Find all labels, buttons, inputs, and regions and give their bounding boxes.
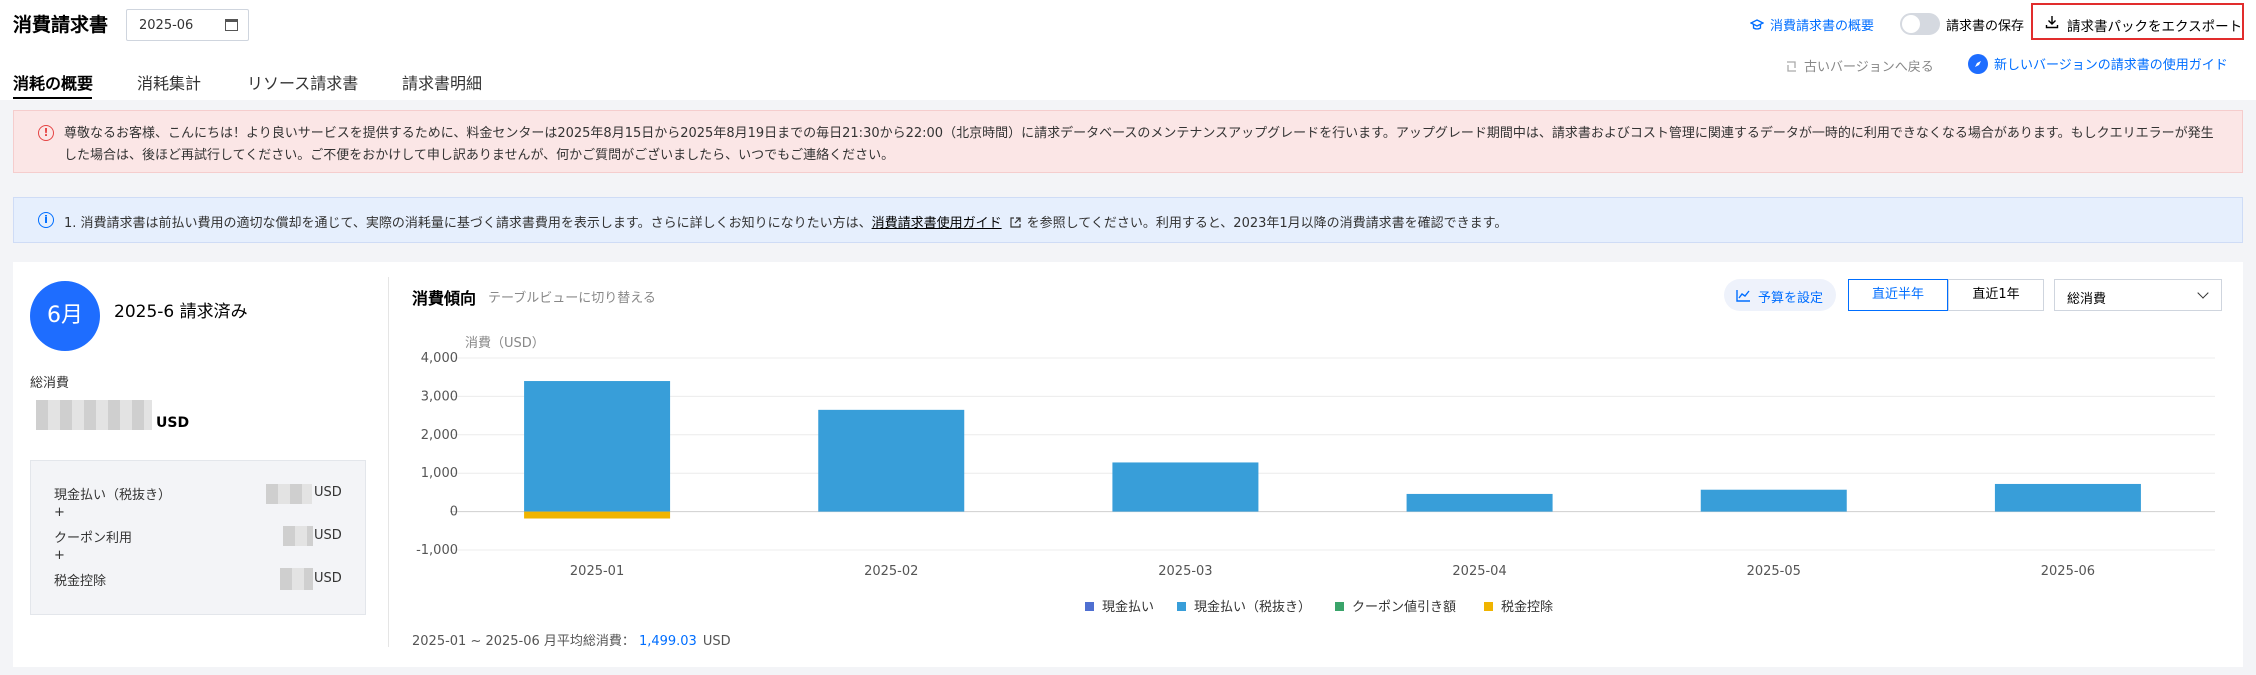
set-budget-button[interactable]: 予算を設定 bbox=[1724, 279, 1836, 311]
legend-label: 現金払い（税抜き） bbox=[1194, 600, 1312, 615]
total-consumption-label: 総消費 bbox=[30, 376, 70, 391]
tab-consumption-summary[interactable]: 消耗集計 bbox=[137, 70, 201, 94]
chart-title: 消費傾向 bbox=[412, 289, 477, 308]
legend-swatch bbox=[1177, 602, 1186, 611]
set-budget-label: 予算を設定 bbox=[1758, 291, 1824, 306]
tab-active-underline bbox=[13, 97, 92, 99]
y-tick-label: 3,000 bbox=[421, 389, 458, 404]
total-currency: USD bbox=[156, 415, 190, 431]
y-tick-label: -1,000 bbox=[416, 543, 458, 558]
maintenance-alert-banner: ! 尊敬なるお客様、こんにちは！より良いサービスを提供するために、料金センターは… bbox=[13, 110, 2243, 173]
bill-guide-link[interactable]: 消費請求書使用ガイド bbox=[872, 216, 1002, 231]
average-label: 2025-01 ~ 2025-06 月平均総消費： bbox=[412, 634, 635, 649]
y-tick-label: 0 bbox=[450, 505, 458, 520]
x-tick-label: 2025-03 bbox=[1158, 564, 1212, 579]
legend-coupon-discount[interactable]: クーポン値引き額 bbox=[1335, 596, 1456, 615]
save-bill-label: 請求書の保存 bbox=[1946, 19, 2025, 34]
metric-select-value: 総消費 bbox=[2067, 292, 2107, 307]
info-banner: i 1. 消費請求書は前払い費用の適切な償却を通じて、実際の消耗量に基づく請求書… bbox=[13, 197, 2243, 243]
graduation-cap-icon bbox=[1749, 19, 1765, 30]
tax-deduction-label: 税金控除 bbox=[54, 574, 107, 589]
bar-segment bbox=[524, 511, 671, 519]
month-badge: 6月 bbox=[30, 281, 100, 351]
save-bill-toggle[interactable] bbox=[1900, 13, 1940, 35]
maintenance-alert-text: 尊敬なるお客様、こんにちは！より良いサービスを提供するために、料金センターは20… bbox=[64, 126, 2214, 163]
total-amount-redacted bbox=[36, 400, 152, 430]
bar-segment bbox=[524, 381, 671, 512]
range-last-year-button[interactable]: 直近1年 bbox=[1948, 279, 2044, 311]
export-bill-pack-label: 請求書パックをエクスポート bbox=[2067, 19, 2243, 35]
info-text-before: 1. 消費請求書は前払い費用の適切な償却を通じて、実際の消耗量に基づく請求書費用… bbox=[64, 216, 872, 231]
month-picker-value: 2025-06 bbox=[139, 18, 194, 33]
x-tick-label: 2025-06 bbox=[2041, 564, 2095, 579]
calendar-icon bbox=[225, 19, 238, 31]
info-text-after: を参照してください。利用すると、2023年1月以降の消費請求書を確認できます。 bbox=[1026, 216, 1508, 231]
bar-segment bbox=[818, 409, 965, 512]
legend-label: 現金払い bbox=[1102, 600, 1155, 615]
compass-icon bbox=[1968, 54, 1988, 74]
legend-swatch bbox=[1335, 602, 1344, 611]
new-version-guide-link[interactable]: 新しいバージョンの請求書の使用ガイド bbox=[1968, 54, 2228, 74]
download-icon bbox=[2045, 16, 2059, 29]
average-currency: USD bbox=[702, 634, 731, 649]
page-title: 消費請求書 bbox=[13, 14, 109, 36]
revert-icon bbox=[1787, 61, 1796, 72]
toggle-knob bbox=[1902, 15, 1920, 33]
tab-bill-details[interactable]: 請求書明細 bbox=[402, 70, 482, 94]
coupon-usage-label: クーポン利用 bbox=[54, 531, 133, 546]
legend-label: 税金控除 bbox=[1501, 600, 1554, 615]
y-tick-label: 1,000 bbox=[421, 466, 458, 481]
bill-overview-link[interactable]: 消費請求書の概要 bbox=[1749, 15, 1875, 34]
info-text: 1. 消費請求書は前払い費用の適切な償却を通じて、実際の消耗量に基づく請求書費用… bbox=[64, 212, 1507, 231]
x-tick-label: 2025-04 bbox=[1452, 564, 1506, 579]
average-value: 1,499.03 bbox=[638, 634, 697, 649]
tab-resource-bill[interactable]: リソース請求書 bbox=[247, 70, 358, 94]
legend-swatch bbox=[1484, 602, 1493, 611]
plus-sign: + bbox=[54, 548, 65, 563]
metric-select[interactable]: 総消費 bbox=[2054, 279, 2222, 311]
bar-segment bbox=[1406, 493, 1553, 512]
consumption-trend-chart: 消費（USD） 4,000 3,000 2,000 1,000 0 -1,000 2025-0… bbox=[416, 336, 2215, 579]
x-tick-label: 2025-01 bbox=[570, 564, 624, 579]
old-version-link[interactable]: 古いバージョンへ戻る bbox=[1785, 56, 1934, 75]
info-icon: i bbox=[38, 212, 54, 228]
x-tick-label: 2025-05 bbox=[1747, 564, 1801, 579]
tax-unit: USD bbox=[314, 571, 342, 586]
switch-table-view-link[interactable]: テーブルビューに切り替える bbox=[488, 287, 656, 306]
y-tick-label: 2,000 bbox=[421, 428, 458, 443]
y-tick-label: 4,000 bbox=[421, 351, 458, 366]
x-tick-label: 2025-02 bbox=[864, 564, 918, 579]
cash-payment-ex-tax-label: 現金払い（税抜き） bbox=[54, 488, 172, 503]
coupon-unit: USD bbox=[314, 528, 342, 543]
plus-sign: + bbox=[54, 505, 65, 520]
tab-consumption-overview[interactable]: 消耗の概要 bbox=[13, 70, 93, 94]
bar-segment bbox=[1112, 462, 1259, 512]
trend-chart-icon bbox=[1736, 290, 1750, 302]
y-axis-label: 消費（USD） bbox=[465, 336, 545, 351]
old-version-label: 古いバージョンへ戻る bbox=[1804, 60, 1934, 75]
cash-amount-redacted bbox=[266, 484, 312, 504]
legend-tax-deduction[interactable]: 税金控除 bbox=[1484, 596, 1553, 615]
panel-divider bbox=[388, 277, 389, 647]
billing-status: 2025-6 請求済み bbox=[114, 302, 248, 322]
legend-swatch bbox=[1085, 602, 1094, 611]
external-link-icon bbox=[1010, 217, 1021, 228]
range-last-half-year-button[interactable]: 直近半年 bbox=[1848, 279, 1948, 311]
monthly-average-note: 2025-01 ~ 2025-06 月平均総消費： 1,499.03 USD bbox=[412, 630, 731, 649]
legend-cash-payment[interactable]: 現金払い bbox=[1085, 596, 1154, 615]
alert-icon: ! bbox=[38, 125, 54, 141]
tax-amount-redacted bbox=[280, 568, 313, 590]
bar-segment bbox=[1994, 483, 2141, 512]
cash-unit: USD bbox=[314, 485, 342, 500]
month-picker[interactable]: 2025-06 bbox=[126, 9, 249, 41]
bar-segment bbox=[1700, 489, 1847, 512]
coupon-amount-redacted bbox=[283, 526, 313, 546]
legend-cash-payment-ex-tax[interactable]: 現金払い（税抜き） bbox=[1177, 596, 1311, 615]
new-version-guide-label: 新しいバージョンの請求書の使用ガイド bbox=[1994, 58, 2228, 73]
chevron-down-icon bbox=[2197, 287, 2209, 299]
export-bill-pack-button[interactable]: 請求書パックをエクスポート bbox=[2031, 3, 2244, 40]
legend-label: クーポン値引き額 bbox=[1352, 600, 1457, 615]
bill-overview-label: 消費請求書の概要 bbox=[1770, 19, 1875, 34]
